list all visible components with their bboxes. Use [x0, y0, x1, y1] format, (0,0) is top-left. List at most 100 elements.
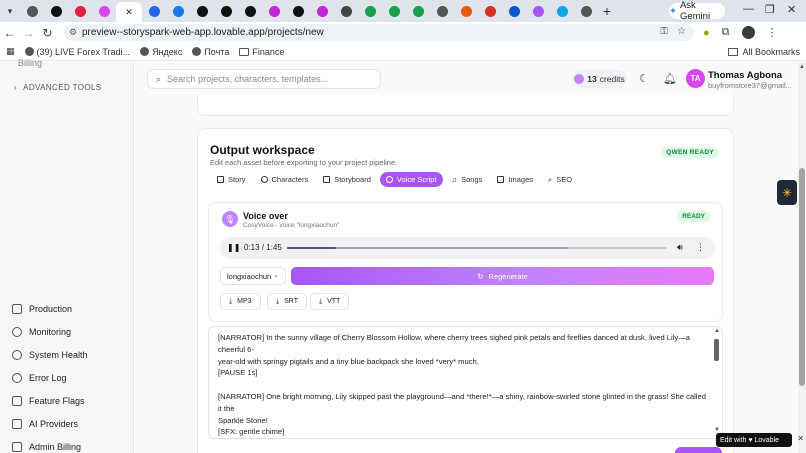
- browser-tab[interactable]: [574, 0, 598, 22]
- sidebar-item-admin-billing[interactable]: Admin Billing: [12, 442, 81, 452]
- scroll-up-icon[interactable]: ▲: [799, 64, 805, 70]
- tab-label: Songs: [461, 175, 483, 184]
- tab-story[interactable]: Story: [211, 172, 252, 187]
- sidebar-item-ai-providers[interactable]: AI Providers: [12, 419, 78, 429]
- browser-tab[interactable]: [478, 0, 502, 22]
- edit-with-lovable-badge[interactable]: Edit with ♥ Lovable ✕: [716, 433, 804, 447]
- notifications-bell-icon[interactable]: 🔔︎: [663, 72, 677, 85]
- bookmark-mail[interactable]: Почта: [192, 47, 229, 57]
- extensions-puzzle-icon[interactable]: ⧉: [722, 26, 730, 39]
- browser-menu-icon[interactable]: ⋮: [767, 26, 778, 39]
- browser-tab[interactable]: [526, 0, 550, 22]
- theme-toggle-icon[interactable]: ☾: [639, 72, 649, 85]
- browser-tab[interactable]: [406, 0, 430, 22]
- tab-seo[interactable]: ⌕ SEO: [542, 172, 578, 187]
- download-vtt-button[interactable]: ⤓ VTT: [310, 293, 350, 310]
- password-key-icon[interactable]: ⚿: [660, 26, 668, 37]
- browser-tab[interactable]: ✕: [116, 2, 142, 22]
- apps-grid-icon[interactable]: ▦: [6, 46, 15, 57]
- browser-tab[interactable]: [358, 0, 382, 22]
- tab-favicon-icon: [148, 5, 160, 17]
- credits-badge[interactable]: 13 credits: [572, 70, 627, 88]
- bookmark-label: Почта: [204, 46, 230, 57]
- shield-icon: [12, 350, 22, 360]
- page-scrollbar-thumb[interactable]: [799, 168, 805, 386]
- tab-characters[interactable]: Characters: [255, 172, 315, 187]
- url-bar[interactable]: ⚙ preview--storyspark-web-app.lovable.ap…: [64, 24, 694, 41]
- browser-tab[interactable]: [286, 0, 310, 22]
- more-options-icon[interactable]: ⋮: [696, 242, 705, 253]
- browser-tab[interactable]: [550, 0, 574, 22]
- tab-search-icon[interactable]: ▾: [0, 0, 20, 22]
- regenerate-button[interactable]: ↻ Regenerate: [291, 267, 714, 285]
- extension-icon[interactable]: ●: [703, 27, 710, 39]
- browser-tab[interactable]: [214, 0, 238, 22]
- bookmark-yandex[interactable]: Яндекс: [140, 47, 182, 57]
- volume-icon[interactable]: 🔊︎: [677, 242, 683, 253]
- textarea-scrollbar[interactable]: ▲ ▼: [714, 328, 720, 435]
- back-icon[interactable]: ←: [0, 26, 19, 40]
- sidebar-item-error-log[interactable]: Error Log: [12, 373, 67, 383]
- seek-bar[interactable]: [287, 247, 667, 249]
- folder-icon: [728, 48, 739, 56]
- ask-gemini-button[interactable]: ✦ Ask Gemini: [669, 0, 725, 22]
- browser-tab[interactable]: [142, 0, 166, 22]
- voice-script-textarea[interactable]: [NARRATOR] In the sunny village of Cherr…: [208, 326, 723, 439]
- browser-tab[interactable]: [20, 0, 44, 22]
- bottom-action-button[interactable]: [675, 447, 722, 453]
- browser-tab[interactable]: [262, 0, 286, 22]
- browser-tab[interactable]: [92, 0, 116, 22]
- minimize-icon[interactable]: —: [743, 3, 754, 15]
- sidebar-item-feature-flags[interactable]: Feature Flags: [12, 396, 85, 406]
- new-tab-button[interactable]: +: [598, 3, 616, 19]
- download-srt-button[interactable]: ⤓ SRT: [267, 293, 307, 310]
- browser-tab[interactable]: [44, 0, 68, 22]
- all-bookmarks-button[interactable]: All Bookmarks: [728, 47, 800, 57]
- scrollbar-thumb[interactable]: [714, 339, 719, 361]
- sidebar-item-monitoring[interactable]: Monitoring: [12, 327, 71, 337]
- bookmark-finance[interactable]: Finance: [239, 47, 284, 57]
- close-tab-icon[interactable]: ✕: [125, 7, 133, 18]
- close-icon[interactable]: ✕: [797, 434, 804, 443]
- url-text: preview--storyspark-web-app.lovable.app/…: [82, 27, 324, 38]
- sidebar-item-system-health[interactable]: System Health: [12, 350, 88, 360]
- sidebar-item-production[interactable]: Production: [12, 304, 72, 314]
- sidebar-item-billing-partial[interactable]: Billing: [18, 58, 42, 68]
- browser-tab[interactable]: [502, 0, 526, 22]
- browser-tab[interactable]: [430, 0, 454, 22]
- reload-icon[interactable]: ↻: [38, 26, 57, 40]
- floating-assistant-icon[interactable]: ✳: [777, 180, 797, 205]
- browser-tab[interactable]: [334, 0, 358, 22]
- browser-tab[interactable]: [454, 0, 478, 22]
- browser-tab[interactable]: [68, 0, 92, 22]
- download-mp3-button[interactable]: ⤓ MP3: [220, 293, 261, 310]
- browser-tab[interactable]: [382, 0, 406, 22]
- search-input[interactable]: ⌕ Search projects, characters, templates…: [147, 69, 381, 89]
- time-display: 0:13 / 1:45: [244, 243, 282, 252]
- tab-songs[interactable]: ♫ Songs: [446, 172, 489, 187]
- advanced-tools-label: ADVANCED TOOLS: [23, 83, 102, 92]
- bookmark-star-icon[interactable]: ☆: [677, 26, 686, 37]
- scroll-up-icon[interactable]: ▲: [714, 328, 720, 334]
- restore-icon[interactable]: ❐: [765, 3, 775, 16]
- browser-tab[interactable]: [238, 0, 262, 22]
- user-avatar[interactable]: TA: [686, 69, 705, 88]
- browser-tab[interactable]: [190, 0, 214, 22]
- tab-favicon-icon: [364, 5, 376, 17]
- bookmark-forex[interactable]: (39) LIVE Forex Tradi...: [24, 47, 130, 57]
- tab-storyboard[interactable]: Storyboard: [317, 172, 377, 187]
- credits-count: 13: [587, 74, 597, 84]
- browser-tab[interactable]: [310, 0, 334, 22]
- browser-tab[interactable]: [166, 0, 190, 22]
- profile-avatar[interactable]: [741, 26, 755, 39]
- pause-icon[interactable]: ❚❚: [227, 243, 240, 252]
- tab-images[interactable]: Images: [491, 172, 539, 187]
- tab-label: Images: [508, 175, 534, 184]
- close-window-icon[interactable]: ✕: [787, 3, 796, 16]
- site-info-icon[interactable]: ⚙: [69, 27, 77, 38]
- advanced-tools-toggle[interactable]: › ADVANCED TOOLS: [14, 83, 102, 92]
- page-scrollbar[interactable]: ▲: [798, 62, 806, 453]
- forward-icon[interactable]: →: [19, 26, 38, 40]
- tab-voice-script[interactable]: Voice Script: [379, 172, 443, 187]
- voice-select[interactable]: longxiaochun ⌄: [220, 267, 286, 285]
